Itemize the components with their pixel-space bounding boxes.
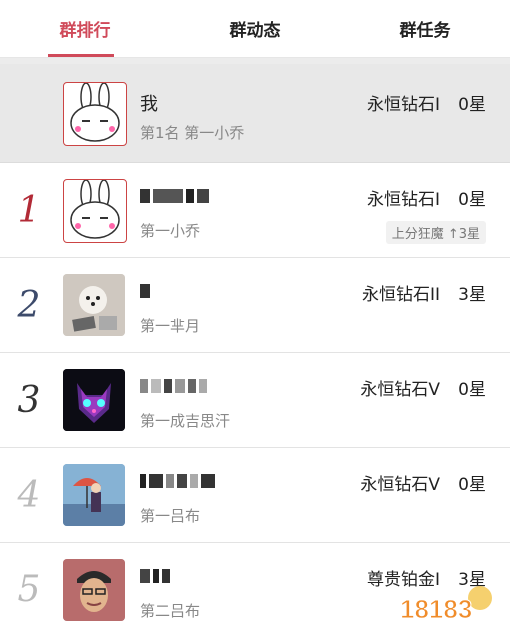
player-rank-label: 第一小乔 [140,220,200,241]
rank-number: 5 [12,543,46,636]
rank-number: 1 [12,163,46,257]
player-rank-label: 第二吕布 [140,600,200,621]
umbrella-girl-avatar [63,464,125,526]
my-rank-label: 第1名 第一小乔 [140,122,244,143]
tab-group-ranking[interactable]: 群排行 [0,0,170,57]
status-badge: 上分狂魔 ↑3星 [386,221,486,244]
blurred-player-name [140,280,153,301]
player-tier: 永恒钻石V [360,375,440,400]
player-stars: 3星 [458,280,486,305]
rank-row-1[interactable]: 1 第一小乔 永恒钻石I 0星 上分狂魔 ↑3星 [0,163,510,258]
blurred-player-name [140,565,173,586]
rank-number: 2 [12,258,46,352]
my-stars: 0星 [458,90,486,115]
player-stars: 0星 [458,375,486,400]
svg-text:18183: 18183 [400,594,472,624]
rank-row-3[interactable]: 3 第一成吉思汗 永恒钻石V 0星 [0,353,510,448]
rank-number: 4 [12,448,46,542]
my-name: 我 [140,90,158,116]
player-rank-label: 第一成吉思汗 [140,410,230,431]
rabbit-avatar [63,82,127,146]
rabbit-avatar [63,179,127,243]
my-tier: 永恒钻石I [367,90,440,115]
rank-number: 3 [12,353,46,447]
tab-group-activity[interactable]: 群动态 [170,0,340,57]
my-rank-row[interactable]: 我 第1名 第一小乔 永恒钻石I 0星 [0,64,510,163]
dog-avatar [63,274,125,336]
cat-avatar [63,369,125,431]
player-tier: 永恒钻石V [360,470,440,495]
player-rank-label: 第一芈月 [140,315,200,336]
tab-group-tasks[interactable]: 群任务 [340,0,510,57]
active-tab-indicator [48,54,114,57]
rank-row-2[interactable]: 2 第一芈月 永恒钻石II 3星 [0,258,510,353]
blurred-player-name [140,185,212,206]
player-stars: 0星 [458,470,486,495]
top-tab-bar: 群排行 群动态 群任务 [0,0,510,58]
player-tier: 永恒钻石II [362,280,440,305]
blurred-player-name [140,470,218,491]
player-stars: 0星 [458,185,486,210]
site-watermark-logo: 18183 [394,580,504,628]
rank-row-4[interactable]: 4 第一吕布 永恒钻石V 0星 [0,448,510,543]
man-avatar [63,559,125,621]
player-rank-label: 第一吕布 [140,505,200,526]
player-tier: 永恒钻石I [367,185,440,210]
blurred-player-name [140,375,210,396]
